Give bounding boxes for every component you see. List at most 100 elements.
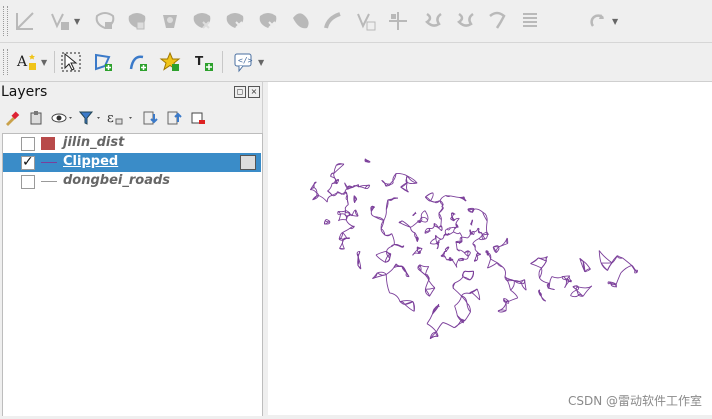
layer-visibility-checkbox[interactable]	[21, 175, 35, 189]
road-segment	[464, 256, 469, 259]
paintbrush-icon	[4, 110, 20, 126]
expression-icon: ε	[107, 110, 135, 126]
road-segment	[343, 232, 347, 238]
html-annotation-button[interactable]: </>	[231, 49, 257, 75]
undo-redo-button[interactable]	[585, 8, 611, 34]
layers-panel-toolbar: ε	[0, 106, 262, 132]
layer-visibility-checkbox[interactable]	[21, 137, 35, 151]
chevron-down-icon[interactable]: ▼	[41, 58, 47, 67]
road-segment	[565, 279, 567, 287]
panel-title: Layers	[1, 84, 47, 100]
line-symbol-icon	[41, 162, 57, 163]
toolbar-grip[interactable]	[3, 49, 8, 75]
text-annotation-icon: T	[193, 51, 215, 73]
road-segment	[401, 187, 409, 192]
split-parts-button[interactable]	[353, 8, 379, 34]
merge-selected-button[interactable]	[385, 8, 411, 34]
reshape-button[interactable]	[255, 8, 281, 34]
add-line-button[interactable]	[125, 49, 151, 75]
merge-attributes-button[interactable]	[420, 8, 446, 34]
road-segment	[371, 211, 374, 216]
polygon-symbol-icon	[41, 137, 55, 150]
road-segment	[442, 236, 444, 239]
road-segment	[430, 243, 436, 244]
layer-row-dongbei-roads[interactable]: dongbei_roads	[3, 172, 261, 191]
road-segment	[420, 249, 423, 252]
style-manager-button[interactable]	[2, 108, 22, 128]
road-segment	[601, 263, 607, 270]
fill-ring-icon	[159, 10, 181, 32]
layer-row-jilin-dist[interactable]: jilin_dist	[3, 134, 261, 153]
remove-layer-icon	[190, 110, 206, 126]
road-segment	[608, 263, 613, 271]
close-panel-icon[interactable]: ×	[248, 86, 260, 98]
road-segment	[552, 277, 562, 278]
rotate-point-button[interactable]	[452, 8, 478, 34]
chevron-down-icon[interactable]: ▼	[74, 17, 80, 26]
layers-panel: Layers ◻ × ε jilin_dist	[0, 82, 263, 415]
select-tool-button[interactable]	[58, 49, 84, 75]
road-segment	[411, 222, 419, 228]
simplify-button[interactable]	[484, 8, 510, 34]
vertex-editor-button[interactable]	[517, 8, 543, 34]
layer-row-clipped[interactable]: Clipped	[3, 153, 261, 172]
road-segment	[509, 298, 518, 302]
delete-part-button[interactable]	[222, 8, 248, 34]
label-tool-button[interactable]: A	[14, 49, 40, 75]
road-segment	[441, 219, 442, 225]
road-segment	[376, 251, 387, 255]
add-group-icon	[28, 110, 44, 126]
road-segment	[454, 232, 460, 234]
road-segment	[475, 248, 478, 253]
road-segment	[447, 258, 450, 261]
road-segment	[411, 227, 415, 233]
memory-layer-indicator-icon[interactable]	[240, 155, 256, 170]
text-annotation-button[interactable]: T	[191, 49, 217, 75]
line-symbol-icon	[41, 181, 57, 182]
toolbar-grip[interactable]	[3, 6, 8, 36]
road-segment	[455, 277, 463, 283]
float-panel-icon[interactable]: ◻	[234, 86, 246, 98]
chevron-down-icon[interactable]: ▼	[612, 17, 618, 26]
layer-visibility-checkbox[interactable]	[21, 156, 35, 170]
svg-text:T: T	[195, 54, 204, 68]
add-group-button[interactable]	[26, 108, 46, 128]
add-part-button[interactable]	[124, 8, 150, 34]
road-segment	[477, 256, 478, 261]
delete-ring-button[interactable]	[189, 8, 215, 34]
fill-ring-button[interactable]	[157, 8, 183, 34]
reshape-icon	[257, 10, 279, 32]
collapse-all-button[interactable]	[164, 108, 184, 128]
digitize-icon	[14, 10, 36, 32]
road-segment	[542, 261, 547, 268]
road-segment	[531, 258, 539, 264]
filter-legend-button[interactable]	[78, 108, 104, 128]
add-ring-icon	[94, 10, 116, 32]
road-segment	[413, 250, 418, 255]
road-segment	[616, 273, 621, 284]
filter-expression-button[interactable]: ε	[106, 108, 136, 128]
map-canvas[interactable]: CSDN @雷动软件工作室	[268, 82, 712, 415]
add-ring-button[interactable]	[92, 8, 118, 34]
remove-layer-button[interactable]	[188, 108, 208, 128]
add-polygon-button[interactable]	[90, 49, 116, 75]
visibility-menu-button[interactable]	[50, 108, 76, 128]
chevron-down-icon[interactable]: ▼	[258, 58, 264, 67]
road-segment	[550, 277, 552, 284]
layer-tree: jilin_dist Clipped dongbei_roads	[2, 133, 263, 416]
road-segment	[396, 173, 408, 176]
collapse-all-icon	[166, 110, 182, 126]
expand-all-button[interactable]	[140, 108, 160, 128]
road-segment	[328, 184, 333, 192]
vertex-tool-button[interactable]	[47, 8, 73, 34]
road-segment	[386, 275, 389, 293]
favorite-add-button[interactable]	[157, 49, 183, 75]
road-segment	[462, 293, 470, 296]
svg-text:A: A	[16, 54, 28, 70]
digitize-button[interactable]	[12, 8, 38, 34]
road-segment	[390, 293, 400, 302]
select-tool-icon	[60, 51, 82, 73]
offset-curve-button[interactable]	[288, 8, 314, 34]
road-segment	[454, 322, 463, 328]
split-features-button[interactable]	[320, 8, 346, 34]
